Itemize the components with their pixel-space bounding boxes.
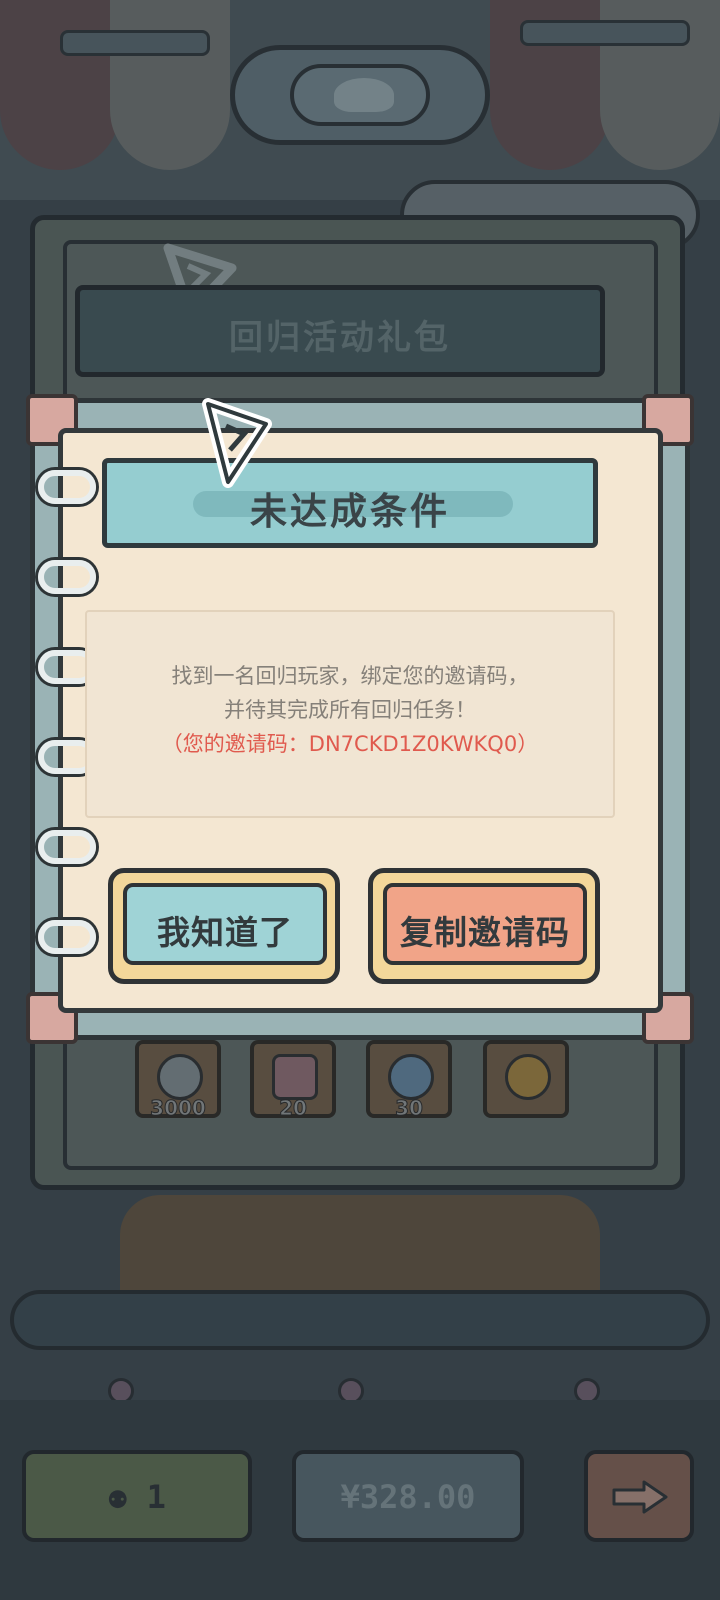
dialog-title: 未达成条件 xyxy=(250,490,450,533)
binder-ring-icon xyxy=(38,560,96,594)
invite-code[interactable]: （您的邀请码：DN7CKD1Z0KWKQ0） xyxy=(87,728,613,758)
confirm-button[interactable]: 我知道了 xyxy=(108,868,340,984)
confirm-button-face: 我知道了 xyxy=(123,883,327,965)
confirm-button-label: 我知道了 xyxy=(157,913,293,952)
message-box: 找到一名回归玩家，绑定您的邀请码， 并待其完成所有回归任务！ （您的邀请码：DN… xyxy=(85,610,615,818)
copy-invite-code-button[interactable]: 复制邀请码 xyxy=(368,868,600,984)
message-line: 并待其完成所有回归任务！ xyxy=(224,698,476,722)
condition-dialog: 未达成条件 找到一名回归玩家，绑定您的邀请码， 并待其完成所有回归任务！ （您的… xyxy=(26,394,694,1044)
message-line: 找到一名回归玩家，绑定您的邀请码， xyxy=(171,664,529,688)
binder-ring-icon xyxy=(38,470,96,504)
copy-button-face: 复制邀请码 xyxy=(383,883,587,965)
dialog-title-banner: 未达成条件 xyxy=(102,458,598,548)
copy-button-label: 复制邀请码 xyxy=(400,913,570,952)
binder-ring-icon xyxy=(38,920,96,954)
binder-ring-icon xyxy=(38,830,96,864)
triangle-logo-icon xyxy=(202,398,272,488)
